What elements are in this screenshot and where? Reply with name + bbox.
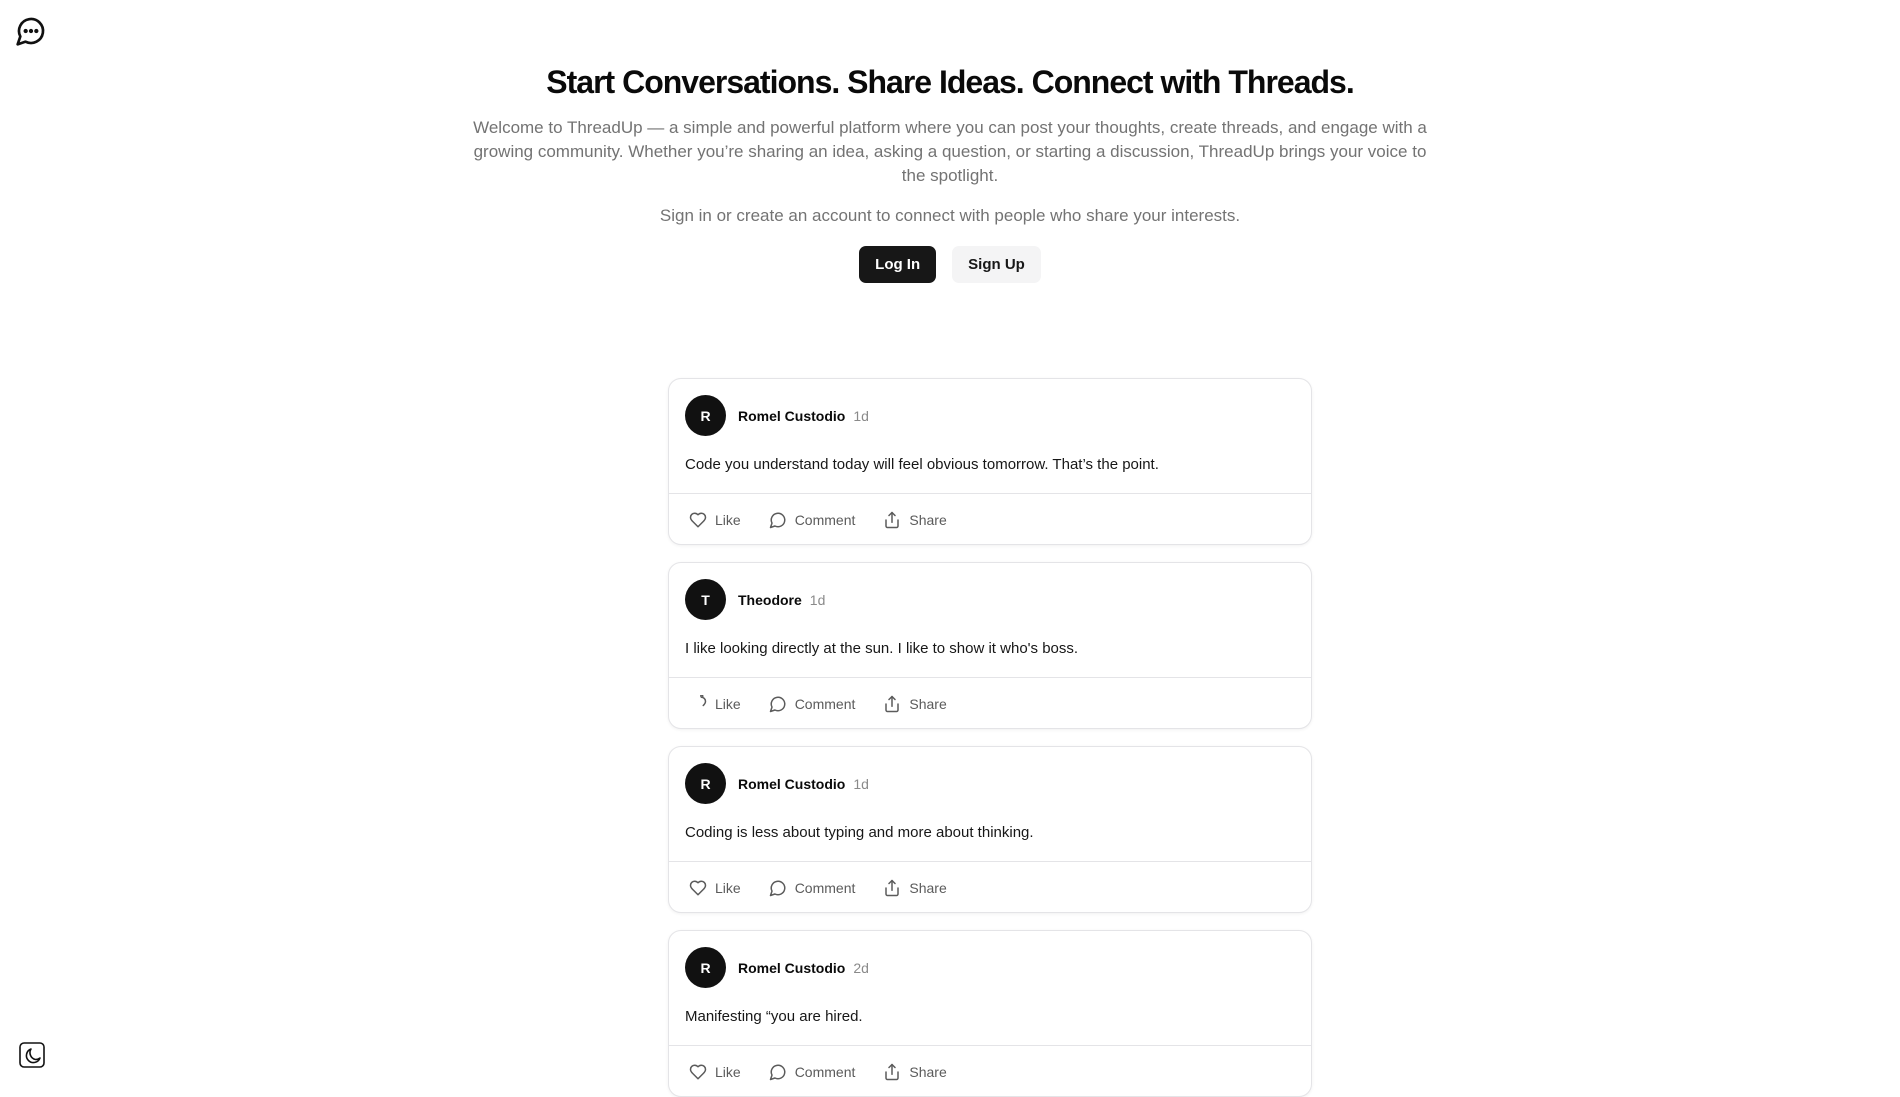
auth-actions: Log In Sign Up — [859, 246, 1041, 283]
login-button[interactable]: Log In — [859, 246, 937, 283]
like-label: Like — [715, 880, 741, 896]
message-circle-icon — [769, 1064, 786, 1081]
share-label: Share — [909, 880, 947, 896]
like-button[interactable]: Like — [689, 879, 741, 897]
theme-toggle-button[interactable] — [18, 1041, 46, 1069]
post-time: 1d — [853, 775, 869, 792]
post-content: Manifesting “you are hired. — [685, 1008, 863, 1025]
cta-text: Sign in or create an account to connect … — [659, 206, 1241, 225]
share-label: Share — [909, 696, 947, 712]
share-icon — [885, 879, 900, 897]
comment-button[interactable]: Comment — [769, 695, 856, 713]
post-actions: Like Comment Share — [669, 677, 1311, 728]
page-title: Start Conversations. Share Ideas. Connec… — [546, 64, 1354, 100]
like-label: Like — [715, 696, 741, 712]
intro-text: Welcome to ThreadUp — a simple and power… — [473, 118, 1427, 185]
share-icon — [885, 511, 900, 529]
like-button[interactable]: Like — [689, 511, 741, 529]
like-label: Like — [715, 1064, 741, 1080]
post-actions: Like Comment Share — [669, 1045, 1311, 1096]
post-content: I like looking directly at the sun. I li… — [685, 640, 1079, 657]
post-card: R Romel Custodio 2d Manifesting “you are… — [668, 930, 1312, 1097]
moon-icon — [19, 1042, 45, 1068]
comment-label: Comment — [794, 512, 856, 528]
comment-label: Comment — [794, 1064, 856, 1080]
like-button[interactable]: Like — [689, 1063, 741, 1081]
avatar[interactable]: R — [685, 947, 726, 988]
share-icon — [885, 695, 900, 713]
share-button[interactable]: Share — [883, 695, 947, 713]
post-card: R Romel Custodio 1d Coding is less about… — [668, 746, 1312, 913]
heart-icon — [689, 512, 707, 528]
share-label: Share — [909, 512, 947, 528]
share-button[interactable]: Share — [883, 1063, 947, 1081]
post-time: 1d — [853, 407, 869, 424]
share-label: Share — [909, 1064, 947, 1080]
avatar[interactable]: R — [685, 395, 726, 436]
signup-button[interactable]: Sign Up — [952, 246, 1041, 283]
comment-button[interactable]: Comment — [769, 879, 856, 897]
comment-button[interactable]: Comment — [769, 511, 856, 529]
post-author[interactable]: Romel Custodio — [738, 960, 845, 976]
post-header: R Romel Custodio 1d — [669, 747, 1311, 804]
heart-icon — [689, 1064, 707, 1080]
share-button[interactable]: Share — [883, 879, 947, 897]
heart-icon — [700, 695, 707, 707]
message-circle-icon — [769, 696, 786, 713]
post-card: R Romel Custodio 1d Code you understand … — [668, 378, 1312, 545]
post-card: T Theodore 1d I like looking directly at… — [668, 562, 1312, 729]
post-actions: Like Comment Share — [669, 493, 1311, 544]
post-header: R Romel Custodio 2d — [669, 931, 1311, 988]
message-circle-icon — [769, 880, 786, 897]
post-time: 1d — [809, 591, 826, 608]
post-content: Code you understand today will feel obvi… — [685, 456, 1159, 473]
avatar[interactable]: T — [685, 579, 726, 620]
post-header: R Romel Custodio 1d — [669, 379, 1311, 436]
share-icon — [885, 1063, 900, 1081]
share-button[interactable]: Share — [883, 511, 947, 529]
post-header: T Theodore 1d — [669, 563, 1311, 620]
post-actions: Like Comment Share — [669, 861, 1311, 912]
comment-button[interactable]: Comment — [769, 1063, 856, 1081]
post-time: 2d — [853, 959, 869, 976]
comment-label: Comment — [794, 880, 856, 896]
heart-icon — [689, 880, 707, 896]
post-author[interactable]: Romel Custodio — [738, 408, 845, 424]
hero-section: Start Conversations. Share Ideas. Connec… — [0, 0, 1900, 283]
post-feed: R Romel Custodio 1d Code you understand … — [668, 378, 1312, 1097]
like-button[interactable]: Like — [689, 695, 741, 713]
post-content: Coding is less about typing and more abo… — [685, 824, 1034, 841]
post-author[interactable]: Theodore — [738, 592, 802, 608]
comment-label: Comment — [794, 696, 856, 712]
avatar[interactable]: R — [685, 763, 726, 804]
like-label: Like — [715, 512, 741, 528]
message-circle-icon — [769, 512, 786, 529]
post-author[interactable]: Romel Custodio — [738, 776, 845, 792]
